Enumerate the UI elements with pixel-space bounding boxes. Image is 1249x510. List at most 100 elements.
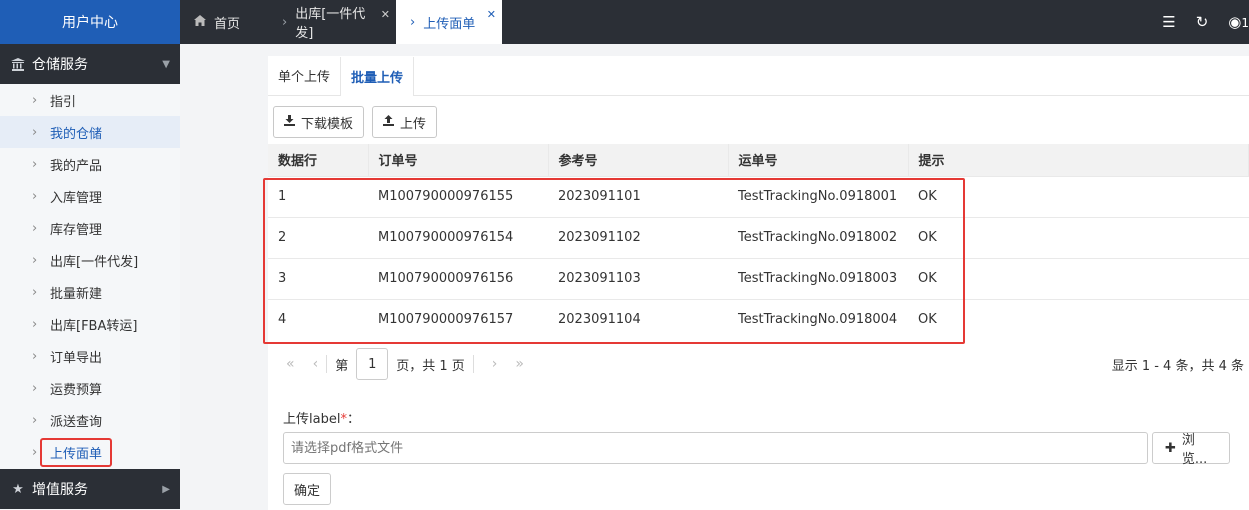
sidebar-item-batch-create[interactable]: › 批量新建 (0, 276, 180, 308)
sidebar-item-my-products[interactable]: › 我的产品 (0, 148, 180, 180)
pagination-summary: 显示 1 - 4 条，共 4 条 (1111, 358, 1244, 374)
chevron-right-icon: › (282, 14, 288, 30)
prev-page-icon[interactable]: ‹ (313, 356, 319, 372)
close-icon[interactable]: ✕ (381, 8, 390, 21)
close-icon[interactable]: ✕ (487, 8, 496, 21)
chevron-right-icon: › (32, 380, 38, 396)
page-number-input[interactable]: 1 (356, 348, 389, 380)
sidebar-menu: › 指引 › 我的仓储 › 我的产品 › 入库管理 › 库存管理 › 出库[一件代发] › 批… (0, 84, 180, 468)
top-tab-bar: 首页 › 出库[一件代发] ✕ › 上传面单 ✕ ☰ ↻ ◉1 (180, 0, 1249, 44)
chevron-right-icon: › (32, 220, 38, 236)
column-header[interactable]: 运单号 (728, 144, 909, 176)
menu-toggle-icon[interactable]: ☰ (1162, 13, 1175, 31)
plus-icon: ✚ (1165, 440, 1176, 456)
chevron-right-icon: › (32, 284, 38, 300)
chevron-right-icon: › (32, 156, 38, 172)
confirm-button[interactable]: 确定 (283, 473, 332, 505)
brand-title[interactable]: 用户中心 (0, 0, 180, 44)
group-value-added-service[interactable]: ★ 增值服务 ▶ (0, 469, 180, 509)
sidebar-item-freight-estimate[interactable]: › 运费预算 (0, 372, 180, 404)
cell-row-num: 4 (268, 298, 368, 340)
cell-order-no: M100790000976157 (368, 298, 548, 340)
button-label: 上传 (400, 116, 427, 132)
sidebar-item-inbound[interactable]: › 入库管理 (0, 180, 180, 212)
download-icon (284, 115, 295, 129)
chevron-right-icon: › (32, 444, 38, 460)
divider (472, 355, 474, 373)
next-page-icon[interactable]: › (492, 356, 498, 372)
download-template-button[interactable]: 下载模板 (273, 106, 365, 138)
sidebar-item-inventory[interactable]: › 库存管理 (0, 212, 180, 244)
sidebar-item-outbound-fba[interactable]: › 出库[FBA转运] (0, 308, 180, 340)
divider (326, 355, 328, 373)
column-header[interactable]: 数据行 (268, 144, 369, 176)
result-table: 数据行 订单号 参考号 运单号 提示 1 M100790000976155 20… (268, 144, 1249, 340)
table-row[interactable]: 2 M100790000976154 2023091102 TestTracki… (268, 216, 1249, 258)
chevron-right-icon: › (32, 252, 38, 268)
sidebar-item-upload-label[interactable]: › 上传面单 (0, 436, 180, 468)
tab-single-upload[interactable]: 单个上传 (268, 56, 340, 95)
user-icon[interactable]: ◉1 (1228, 13, 1249, 31)
sidebar-item-my-storage[interactable]: › 我的仓储 (0, 116, 180, 148)
tab-batch-upload[interactable]: 批量上传 (340, 57, 415, 96)
toolbar: 下载模板 上传 (268, 96, 1249, 144)
tab-label: 首页 (214, 16, 241, 32)
cell-row-num: 1 (268, 175, 368, 217)
sidebar-item-order-export[interactable]: › 订单导出 (0, 340, 180, 372)
field-label: 上传label (283, 412, 341, 427)
browse-button[interactable]: ✚ 浏览... (1152, 432, 1230, 467)
sidebar-item-guide[interactable]: › 指引 (0, 84, 180, 116)
table-row[interactable]: 4 M100790000976157 2023091104 TestTracki… (268, 298, 1249, 340)
first-page-icon[interactable]: « (286, 356, 295, 372)
cell-hint: OK (908, 257, 1249, 299)
cell-tracking-no: TestTrackingNo.0918002 (728, 216, 908, 258)
table-header-row: 数据行 订单号 参考号 运单号 提示 (268, 144, 1249, 176)
label-colon: ： (346, 412, 360, 427)
button-label: 下载模板 (301, 116, 354, 132)
file-path-input[interactable] (283, 432, 1148, 464)
tab-home[interactable]: 首页 (180, 0, 268, 44)
upload-button[interactable]: 上传 (372, 106, 438, 138)
caret-right-icon: ▶ (162, 483, 170, 495)
tab-upload-label[interactable]: › 上传面单 ✕ (396, 0, 502, 44)
bank-icon (10, 57, 26, 71)
cell-ref-no: 2023091101 (548, 175, 728, 217)
chevron-right-icon: › (32, 188, 38, 204)
home-icon (194, 15, 206, 29)
cell-ref-no: 2023091103 (548, 257, 728, 299)
table-row[interactable]: 3 M100790000976156 2023091103 TestTracki… (268, 257, 1249, 299)
chevron-right-icon: › (32, 348, 38, 364)
group-label: 增值服务 (32, 482, 88, 498)
cell-tracking-no: TestTrackingNo.0918004 (728, 298, 908, 340)
sidebar-item-delivery-tracking[interactable]: › 派送查询 (0, 404, 180, 436)
column-header[interactable]: 提示 (908, 144, 1249, 176)
caret-down-icon: ▼ (162, 58, 170, 70)
table-row[interactable]: 1 M100790000976155 2023091101 TestTracki… (268, 175, 1249, 217)
cell-tracking-no: TestTrackingNo.0918001 (728, 175, 908, 217)
cell-order-no: M100790000976155 (368, 175, 548, 217)
chevron-right-icon: › (32, 412, 38, 428)
group-storage-service[interactable]: 仓储服务 ▼ (0, 44, 180, 84)
button-label: 浏览... (1181, 433, 1208, 467)
tab-outbound-dropship[interactable]: › 出库[一件代发] ✕ (268, 0, 396, 44)
group-label: 仓储服务 (32, 57, 88, 73)
column-header[interactable]: 参考号 (548, 144, 729, 176)
sidebar-item-outbound-dropship[interactable]: › 出库[一件代发] (0, 244, 180, 276)
refresh-icon[interactable]: ↻ (1196, 13, 1209, 31)
tab-label: 出库[一件代发] (295, 7, 366, 41)
cell-ref-no: 2023091102 (548, 216, 728, 258)
sidebar: 用户中心 仓储服务 ▼ › 指引 › 我的仓储 › 我的产品 › 入库管理 › 库存管理 … (0, 0, 180, 510)
last-page-icon[interactable]: » (515, 356, 524, 372)
cell-hint: OK (908, 298, 1249, 340)
cell-order-no: M100790000976156 (368, 257, 548, 299)
cell-hint: OK (908, 216, 1249, 258)
star-icon: ★ (12, 481, 24, 497)
chevron-right-icon: › (32, 92, 38, 108)
cell-tracking-no: TestTrackingNo.0918003 (728, 257, 908, 299)
cell-order-no: M100790000976154 (368, 216, 548, 258)
upload-icon (383, 115, 395, 129)
column-header[interactable]: 订单号 (368, 144, 549, 176)
upload-mode-tabs: 单个上传 批量上传 (268, 56, 1249, 96)
cell-ref-no: 2023091104 (548, 298, 728, 340)
page-prefix: 第 (335, 358, 349, 374)
